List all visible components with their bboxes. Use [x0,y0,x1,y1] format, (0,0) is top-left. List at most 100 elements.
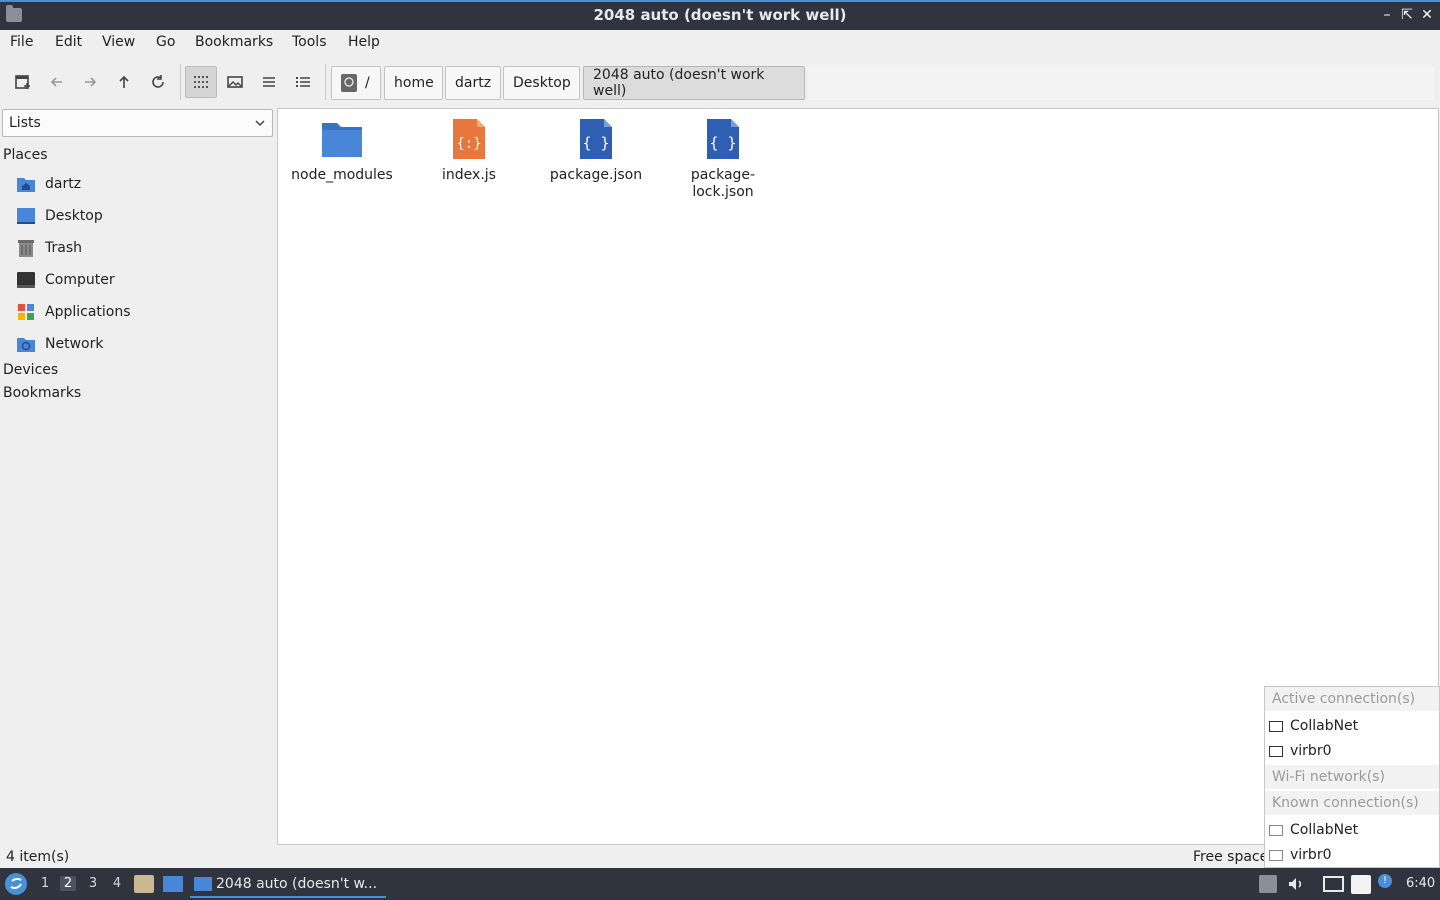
volume-icon[interactable] [1287,875,1305,897]
file-item-node-modules[interactable]: node_modules [282,117,402,184]
active-connections-heading: Active connection(s) [1265,687,1439,711]
maximize-button[interactable]: ⇱ [1398,6,1416,24]
image-icon [227,76,243,88]
reload-button[interactable] [142,66,174,98]
back-button[interactable] [41,66,73,98]
file-manager-launcher-icon[interactable] [134,875,154,893]
sidebar-item-computer[interactable]: Computer [16,266,271,294]
file-name: index.js [442,167,496,183]
breadcrumb-root-label: / [365,75,370,91]
start-menu-button[interactable] [5,873,27,895]
json-file-icon: { } [701,117,745,161]
close-button[interactable]: ✕ [1418,6,1436,24]
file-name: node_modules [291,167,393,183]
active-connection-virbr0[interactable]: virbr0 [1265,739,1439,763]
status-item-count: 4 item(s) [6,849,70,865]
desktop-launcher-icon[interactable] [163,876,183,892]
ethernet-icon [1269,745,1283,757]
taskbar: 1 2 3 4 2048 auto (doesn't w... ! 6:40 [0,868,1440,900]
new-tab-button[interactable] [7,66,39,98]
file-item-package-lock-json[interactable]: { } package- lock.json [663,117,783,201]
toolbar-separator [325,64,326,100]
menu-bookmarks[interactable]: Bookmarks [195,34,273,50]
trash-icon [16,238,36,258]
sidebar-item-label: Desktop [45,208,103,224]
sidebar-item-trash[interactable]: Trash [16,234,271,262]
taskbar-window-item[interactable]: 2048 auto (doesn't w... [190,871,386,898]
sidebar-item-label: Network [45,336,104,352]
chevron-down-icon [255,120,265,127]
home-folder-icon [16,174,36,194]
menu-help[interactable]: Help [348,34,380,50]
detailed-view-button[interactable] [287,66,319,98]
javascript-file-icon: {:} [447,117,491,161]
active-connection-collabnet[interactable]: CollabNet [1265,714,1439,738]
breadcrumb-desktop-label: Desktop [513,75,571,91]
ethernet-disconnected-icon [1269,824,1283,836]
list-icon [263,77,275,87]
network-tray-icon[interactable] [1323,876,1344,892]
svg-text:{:}: {:} [456,136,481,152]
devices-heading[interactable]: Devices [3,362,58,378]
ethernet-disconnected-icon [1269,849,1283,861]
thumbnail-view-button[interactable] [219,66,251,98]
breadcrumb-home[interactable]: home [384,66,443,100]
sidebar-item-applications[interactable]: Applications [16,298,271,326]
sidebar-item-dartz[interactable]: dartz [16,170,271,198]
sidebar-item-network[interactable]: Network [16,330,271,358]
known-connection-collabnet[interactable]: CollabNet [1265,818,1439,842]
svg-text:{ }: { } [582,134,609,152]
clock[interactable]: 6:40 [1406,876,1435,891]
arrow-left-icon [50,77,62,87]
workspace-4[interactable]: 4 [109,876,125,891]
breadcrumb-current[interactable]: 2048 auto (doesn't work well) [583,66,805,100]
system-tray-icon[interactable] [1259,875,1277,893]
sidebar-item-label: Computer [45,272,115,288]
menu-view[interactable]: View [102,34,135,50]
menu-edit[interactable]: Edit [55,34,82,50]
arrow-up-icon [119,75,129,88]
taskbar-window-label: 2048 auto (doesn't w... [216,875,378,892]
connection-label: CollabNet [1290,822,1359,838]
title-bar: 2048 auto (doesn't work well) – ⇱ ✕ [0,0,1440,30]
file-name: package.json [549,167,643,183]
bookmarks-heading[interactable]: Bookmarks [3,385,81,401]
known-connection-virbr0[interactable]: virbr0 [1265,843,1439,867]
folder-icon [320,117,364,161]
sidebar-item-label: Trash [45,240,82,256]
icon-view-button[interactable] [185,66,217,98]
json-file-icon: { } [574,117,618,161]
breadcrumb-home-label: home [394,75,434,91]
menu-go[interactable]: Go [156,34,175,50]
menu-tools[interactable]: Tools [292,34,327,50]
sidebar-item-desktop[interactable]: Desktop [16,202,271,230]
file-item-index-js[interactable]: {:} index.js [409,117,529,184]
clipboard-icon[interactable] [1351,875,1371,894]
applications-icon [16,302,36,322]
sidebar-mode-select[interactable]: Lists [2,109,273,137]
breadcrumb-desktop[interactable]: Desktop [503,66,580,100]
toolbar: / home dartz Desktop 2048 auto (doesn't … [0,58,1440,106]
detailed-list-icon [296,77,310,87]
places-heading[interactable]: Places [3,147,48,163]
workspace-3[interactable]: 3 [85,876,101,891]
breadcrumb-current-label: 2048 auto (doesn't work well) [593,67,765,99]
breadcrumb-dartz[interactable]: dartz [445,66,501,100]
breadcrumb-root[interactable]: / [331,66,381,100]
minimize-button[interactable]: – [1378,6,1396,24]
folder-icon [194,876,212,891]
forward-button[interactable] [74,66,106,98]
known-connections-heading: Known connection(s) [1265,791,1439,815]
sidebar-mode-value: Lists [9,115,41,131]
notification-icon[interactable]: ! [1378,874,1392,888]
compact-view-button[interactable] [253,66,285,98]
workspace-1[interactable]: 1 [37,876,53,891]
sidebar-item-label: dartz [45,176,82,192]
workspace-2[interactable]: 2 [60,876,76,891]
up-button[interactable] [108,66,140,98]
file-item-package-json[interactable]: { } package.json [536,117,656,184]
wifi-networks-heading: Wi-Fi network(s) [1265,765,1439,789]
path-bar-background [808,66,1434,100]
menu-file[interactable]: File [10,34,33,50]
breadcrumb-dartz-label: dartz [455,75,492,91]
